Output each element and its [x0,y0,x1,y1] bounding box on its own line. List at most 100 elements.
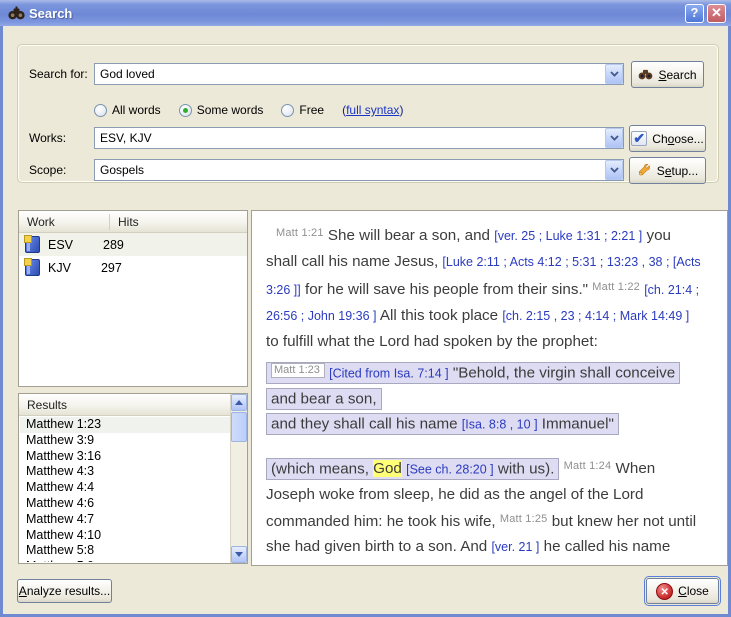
search-for-label: Search for: [29,67,88,81]
verse-text: Immanuel" [538,415,614,432]
full-syntax-link[interactable]: full syntax [346,103,399,117]
radio-circle-icon [179,104,192,117]
bible-book-icon [25,236,40,253]
analyze-results-button[interactable]: Analyze results... [17,579,112,603]
work-name: ESV [48,238,73,252]
verse-text: (which means, [271,460,373,477]
verse-text-pane[interactable]: Matt 1:21 She will bear a son, and [ver.… [251,210,728,566]
arrow-down-icon [235,552,243,557]
verse-ref: Matt 1:23 [271,363,325,378]
binoculars-icon [638,69,653,80]
scrollbar-thumb[interactable] [231,412,247,442]
binoculars-icon [8,5,25,21]
scroll-up-button[interactable] [231,394,247,411]
list-item[interactable]: Matthew 5:9 [20,559,230,562]
column-hits[interactable]: Hits [110,211,147,232]
verse-ref: Matt 1:22 [592,281,640,293]
cross-reference[interactable]: [Isa. 8:8 , 10 ] [462,417,538,431]
results-list: Results Matthew 1:23Matthew 3:9Matthew 3… [18,393,248,564]
checkmark-icon: ✔ [631,131,647,146]
search-hit: God [373,460,402,477]
search-button[interactable]: Search [631,61,704,88]
verse-ref: Matt 1:25 [500,513,548,525]
window-title: Search [29,6,72,21]
close-button-label: Close [678,584,709,598]
chevron-down-icon [610,135,619,141]
full-syntax-link-wrap: (full syntax) [342,103,403,117]
results-scrollbar[interactable] [230,394,247,563]
scope-label: Scope: [29,163,66,177]
list-item[interactable]: Matthew 1:23 [20,417,230,433]
scope-setup-button[interactable]: Setup... [629,157,706,184]
search-term-combobox[interactable]: God loved [94,63,624,85]
paren: ) [399,103,403,117]
search-button-label: Search [658,68,696,82]
verse-text: All this took place [377,307,503,324]
analyze-button-label: Analyze results... [19,584,110,598]
close-button[interactable]: ✕ Close [646,578,719,604]
works-dropdown-button[interactable] [605,128,623,148]
scope-value[interactable]: Gospels [95,163,605,177]
results-header[interactable]: Results [19,394,230,416]
wrench-icon [637,164,652,178]
chevron-down-icon [610,71,619,77]
results-list-body: Matthew 1:23Matthew 3:9Matthew 3:16Matth… [20,417,230,562]
search-term-value[interactable]: God loved [95,67,605,81]
setup-button-label: Setup... [657,164,698,178]
search-term-dropdown-button[interactable] [605,64,623,84]
cross-reference[interactable]: [See ch. 28:20 ] [406,462,494,476]
list-item[interactable]: Matthew 4:7 [20,512,230,528]
chevron-down-icon [610,167,619,173]
radio-circle-icon [94,104,107,117]
table-row[interactable]: KJV297 [19,256,247,279]
verse-text: and they shall call his name [271,415,462,432]
hit-count: 297 [101,261,122,275]
radio-circle-icon [281,104,294,117]
list-item[interactable]: Matthew 3:9 [20,433,230,449]
hits-table-header[interactable]: Work Hits [19,211,247,233]
cross-reference[interactable]: [ch. 2:15 , 23 ; 4:14 ; Mark 14:49 ] [502,309,689,323]
hits-table: Work Hits ESV 289 KJV297 [18,210,248,387]
cross-reference[interactable]: [ver. 21 ] [491,540,539,554]
table-row[interactable]: ESV 289 [19,233,247,256]
hit-count: 289 [103,238,124,252]
list-item[interactable]: Matthew 3:16 [20,449,230,465]
titlebar[interactable]: Search ? ✕ [0,0,731,26]
verse-paragraph: (which means, God [See ch. 28:20 ] with … [266,454,701,566]
cross-reference[interactable]: [ver. 25 ; Luke 1:31 ; 2:21 ] [494,229,642,243]
choose-button-label: Choose... [652,132,703,146]
list-item[interactable]: Matthew 4:3 [20,464,230,480]
radio-all-words[interactable]: All words [94,103,161,117]
search-options-group: Search for: God loved Search [17,44,719,183]
verse-paragraph: Matt 1:21 She will bear a son, and [ver.… [266,221,701,354]
choose-works-button[interactable]: ✔ Choose... [629,125,706,152]
scope-combobox[interactable]: Gospels [94,159,624,181]
verse-text: to fulfill what the Lord had spoken by t… [266,333,598,350]
radio-some-words-label: Some words [197,103,264,117]
search-dialog: Search ? ✕ Search for: God loved [0,0,731,617]
works-combobox[interactable]: ESV, KJV [94,127,624,149]
verse-text: with us). [494,460,555,477]
verse-ref: Matt 1:21 [276,227,324,239]
radio-free-label: Free [299,103,324,117]
scroll-down-button[interactable] [231,546,247,563]
list-item[interactable]: Matthew 4:4 [20,480,230,496]
radio-free[interactable]: Free [281,103,324,117]
window-close-button[interactable]: ✕ [707,4,726,23]
works-value[interactable]: ESV, KJV [95,131,605,145]
results-header-label: Results [19,394,75,415]
column-work[interactable]: Work [19,211,109,232]
spacer [266,437,701,454]
quoted-poetry-block: Matt 1:23 [Cited from Isa. 7:14 ] "Behol… [266,358,701,437]
cross-reference[interactable]: [Cited from Isa. 7:14 ] [329,366,449,380]
word-mode-options: All words Some words Free (full syntax) [94,103,403,117]
scope-dropdown-button[interactable] [605,160,623,180]
verse-ref: Matt 1:24 [564,460,612,472]
list-item[interactable]: Matthew 4:6 [20,496,230,512]
radio-some-words[interactable]: Some words [179,103,264,117]
list-item[interactable]: Matthew 5:8 [20,543,230,559]
list-item[interactable]: Matthew 4:10 [20,528,230,544]
help-button[interactable]: ? [685,4,704,23]
verse-text: She will bear a son, and [324,227,495,244]
poetry-line: and they shall call his name [Isa. 8:8 ,… [266,411,701,437]
